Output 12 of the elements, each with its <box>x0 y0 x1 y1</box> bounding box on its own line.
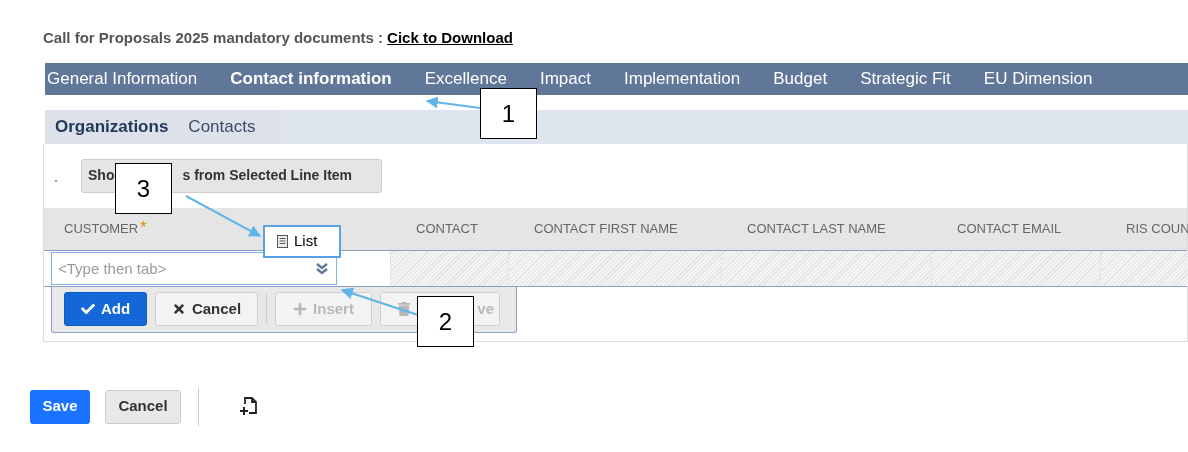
column-header: CONTACT EMAIL <box>957 219 1062 238</box>
header-label: Call for Proposals 2025 mandatory documents : <box>43 28 384 48</box>
list-tooltip: List <box>263 225 341 258</box>
required-mark: * <box>140 217 147 238</box>
callout-tooltip: 1 <box>480 88 537 139</box>
column-header: CUSTOMER <box>64 219 139 238</box>
callout-tooltip: 3 <box>115 163 172 214</box>
callout-tooltip: 2 <box>417 296 474 347</box>
column-header: RIS COUN <box>1126 219 1188 238</box>
column-header: CONTACT <box>416 219 478 238</box>
column-header: CONTACT FIRST NAME <box>534 219 678 238</box>
column-header: CONTACT LAST NAME <box>747 219 886 238</box>
